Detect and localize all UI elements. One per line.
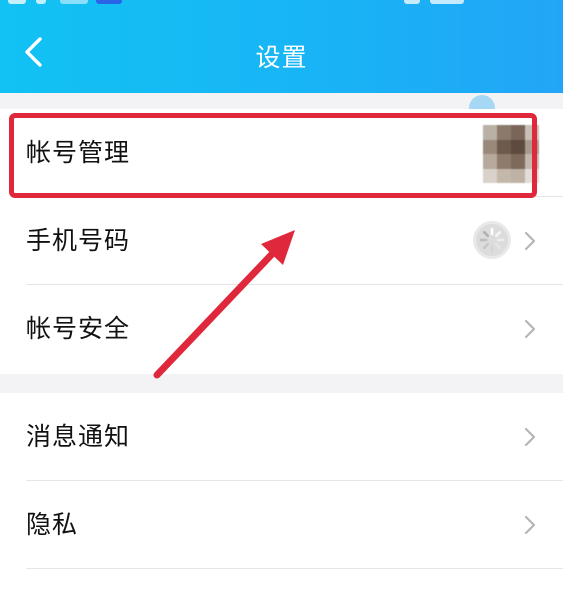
settings-item-label: 帐号管理 [26, 138, 131, 167]
loading-spinner-icon [473, 221, 511, 259]
settings-item-label: 手机号码 [26, 226, 131, 255]
settings-item-privacy[interactable]: 隐私 [0, 481, 563, 569]
settings-group-general: 消息通知 隐私 [0, 393, 563, 573]
partial-badge [469, 95, 495, 109]
settings-group-account: 帐号管理 手机号码 帐号安全 [0, 109, 563, 374]
settings-item-label: 消息通知 [26, 422, 131, 451]
settings-item-account-management[interactable]: 帐号管理 [0, 109, 563, 197]
settings-item-phone-number[interactable]: 手机号码 [0, 197, 563, 285]
avatar [483, 125, 539, 183]
chevron-right-icon [524, 319, 536, 339]
settings-item-label: 隐私 [26, 510, 79, 539]
chevron-right-icon [524, 427, 536, 447]
page-title: 设置 [255, 43, 308, 72]
settings-item-account-security[interactable]: 帐号安全 [0, 285, 563, 373]
settings-item-notifications[interactable]: 消息通知 [0, 393, 563, 481]
chevron-right-icon [524, 231, 536, 251]
settings-item-label: 帐号安全 [26, 314, 131, 343]
chevron-right-icon [524, 515, 536, 535]
list-continuation [0, 573, 563, 600]
divider [26, 568, 563, 569]
status-bar-remnant [0, 0, 563, 8]
title-bar: 设置 [0, 0, 563, 93]
